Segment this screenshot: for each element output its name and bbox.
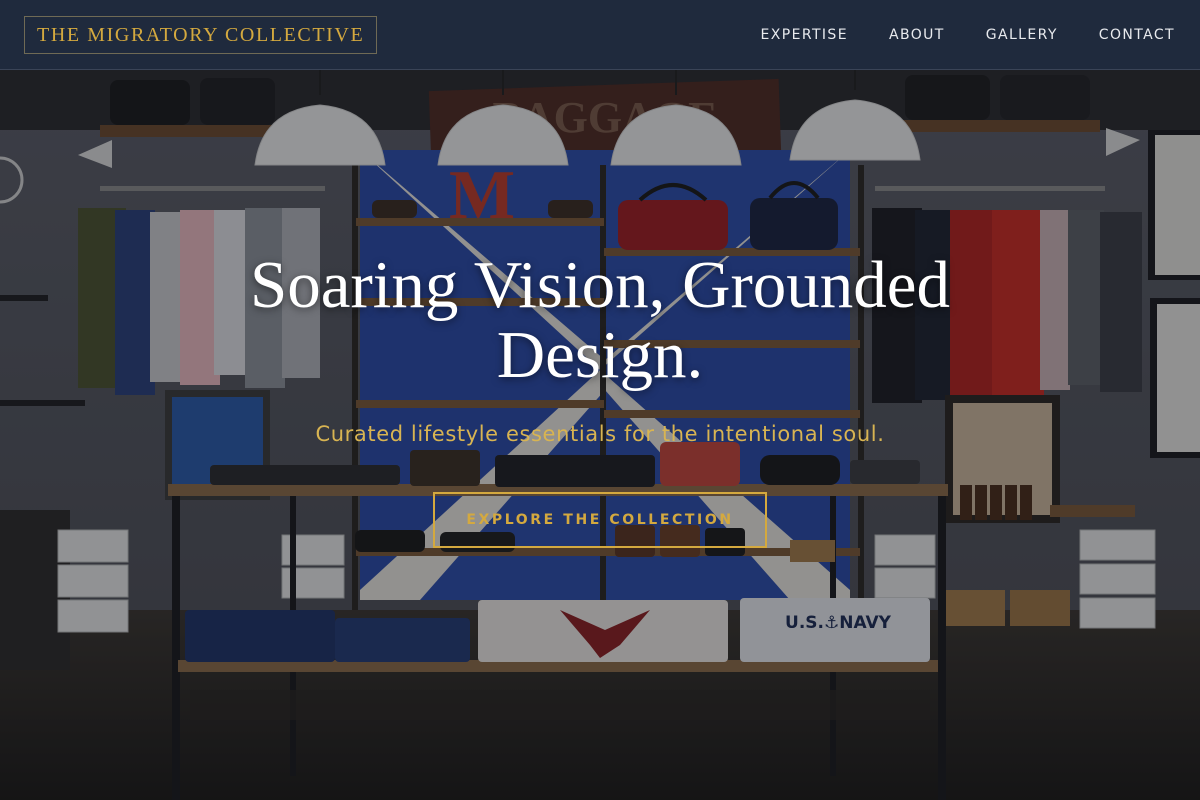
hero-title: Soaring Vision, Grounded Design. <box>249 248 951 392</box>
nav-link-gallery[interactable]: GALLERY <box>986 27 1058 43</box>
nav-link-expertise[interactable]: EXPERTISE <box>761 27 848 43</box>
site-header: THE MIGRATORY COLLECTIVE EXPERTISE ABOUT… <box>0 0 1200 70</box>
explore-collection-button[interactable]: EXPLORE THE COLLECTION <box>433 492 767 548</box>
nav-link-about[interactable]: ABOUT <box>889 27 945 43</box>
brand-logo[interactable]: THE MIGRATORY COLLECTIVE <box>24 16 378 54</box>
main-nav: EXPERTISE ABOUT GALLERY CONTACT <box>761 0 1175 70</box>
hero-content: Soaring Vision, Grounded Design. Curated… <box>0 70 1200 800</box>
hero-section: BAGGAGE M U.S.⚓NAVY Soaring Vision, Grou… <box>0 70 1200 800</box>
nav-link-contact[interactable]: CONTACT <box>1099 27 1175 43</box>
hero-subtitle: Curated lifestyle essentials for the int… <box>315 422 885 446</box>
